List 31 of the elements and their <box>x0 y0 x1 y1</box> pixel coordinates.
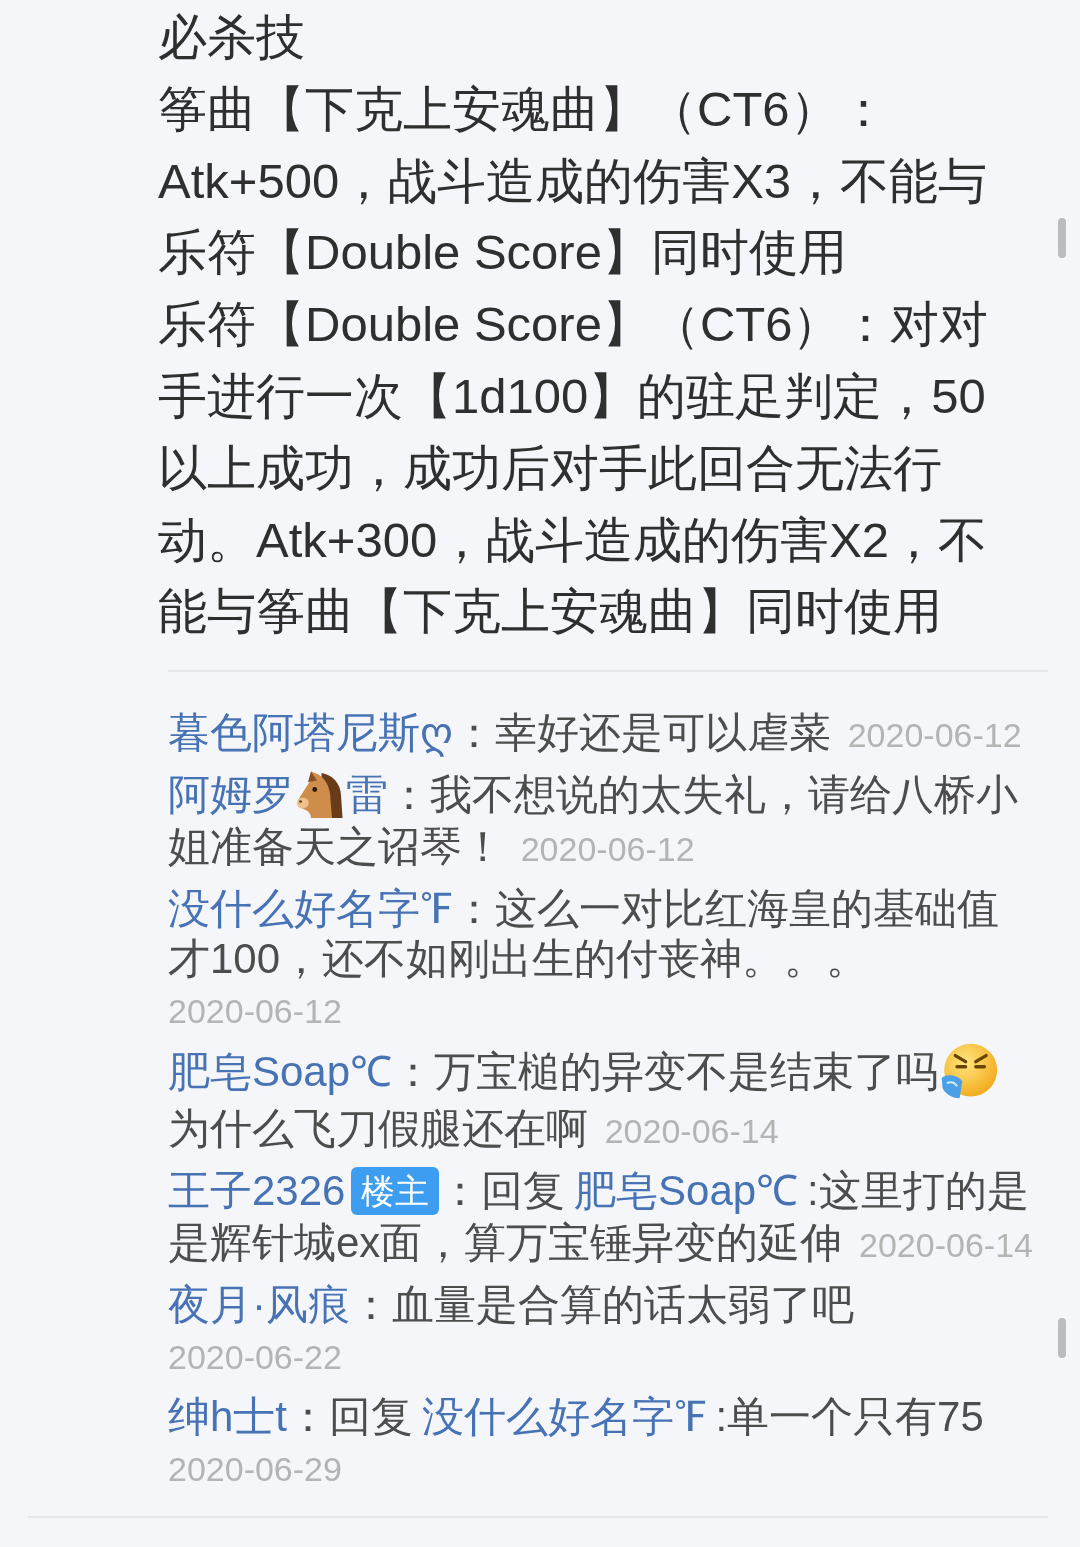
username-link[interactable]: 暮色阿塔尼斯ღ <box>168 709 453 757</box>
username-link[interactable]: 夜月·风痕 <box>168 1281 350 1328</box>
horse-head-icon <box>296 770 344 819</box>
username-link[interactable]: 王子2326 <box>168 1167 346 1215</box>
comment-date: 2020-06-12 <box>520 830 695 869</box>
username-link[interactable]: 阿姆罗 雷 <box>168 771 388 819</box>
comment-text: 王子2326 楼主 ：回复 肥皂Soap℃ :这里打的是是辉针城ex面，算万宝锤异变的延伸 2020-06-14 <box>168 1166 1034 1268</box>
scroll-indicator <box>1058 1318 1066 1358</box>
section-title: 必杀技 <box>158 9 306 66</box>
post-paragraph: 筝曲【下克上安魂曲】（CT6）：Atk+500，战斗造成的伤害X3，不能与乐符【Double Score】同时使用 <box>158 80 989 282</box>
comment-date: 2020-06-14 <box>859 1226 1033 1264</box>
comment-date: 2020-06-14 <box>604 1112 779 1151</box>
comment-text: 绅h士t：回复 没什么好名字℉ :单一个只有75 2020-06-29 <box>168 1392 985 1490</box>
op-badge: 楼主 <box>351 1167 440 1215</box>
username-link[interactable]: 没什么好名字℉ <box>168 885 453 933</box>
mention-link[interactable]: 没什么好名字℉ <box>421 1393 707 1440</box>
comment-text: 阿姆罗 雷：我不想说的太失礼，请给八桥小姐准备天之诏琴！ 2020-06-12 <box>168 770 1019 873</box>
comment-date: 2020-06-12 <box>847 716 1022 755</box>
post-paragraph: 乐符【Double Score】（CT6）：对对手进行一次【1d100】的驻足判定，50以上成功，成功后对手此回合无法行动。Atk+300，战斗造成的伤害X2，不能与筝曲【下克上安魂曲】同时使用 <box>158 296 990 641</box>
comment-text: 没什么好名字℉：这么一对比红海皇的基础值才100，还不如刚出生的付丧神。。。 2020-06-12 <box>168 884 1000 1033</box>
username-link[interactable]: 绅h士t <box>168 1393 288 1440</box>
face-emoji-icon <box>940 1042 999 1101</box>
comment-date: 2020-06-29 <box>168 1450 342 1488</box>
comment-date: 2020-06-12 <box>168 992 342 1031</box>
comment-date: 2020-06-22 <box>168 1338 342 1376</box>
comment-text: 暮色阿塔尼斯ღ：幸好还是可以虐菜 2020-06-12 <box>168 708 1023 759</box>
scroll-indicator <box>1058 218 1066 258</box>
mention-link[interactable]: 肥皂Soap℃ <box>574 1167 799 1215</box>
username-link[interactable]: 肥皂Soap℃ <box>168 1048 393 1096</box>
comment-text: 肥皂Soap℃：万宝槌的异变不是结束了吗 为什么飞刀假腿还在啊 2020-06-14 <box>168 1046 1036 1157</box>
comment-text: 夜月·风痕：血量是合算的话太弱了吧 2020-06-22 <box>168 1280 855 1378</box>
